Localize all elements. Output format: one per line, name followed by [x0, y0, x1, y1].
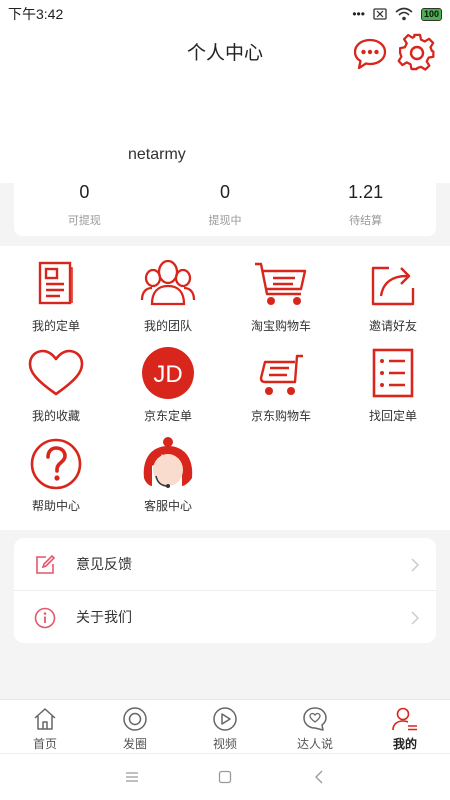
- help-icon: [30, 438, 82, 490]
- battery-icon: 100: [420, 7, 442, 21]
- document-icon: [38, 261, 73, 305]
- status-dots: •••: [352, 7, 365, 21]
- home-square-icon[interactable]: [218, 770, 232, 784]
- list-item-about-us[interactable]: 关于我们: [14, 590, 436, 642]
- grid-item-customer-service[interactable]: 客服中心: [112, 426, 224, 513]
- stat-value: 1.21: [348, 182, 384, 202]
- customer-service-icon: [143, 437, 193, 488]
- status-bar: 下午3:42 ••• 100: [0, 0, 450, 28]
- chat-heart-icon: [303, 707, 327, 731]
- tab-video[interactable]: 视频: [180, 700, 270, 753]
- grid-item-taobao-cart[interactable]: 淘宝购物车: [225, 246, 337, 333]
- tab-home[interactable]: 首页: [0, 700, 90, 753]
- circle-icon: [123, 707, 147, 731]
- list-label: 意见反馈: [76, 556, 132, 572]
- cart-icon: [255, 262, 307, 305]
- menu-icon[interactable]: [125, 770, 139, 784]
- team-icon: [140, 259, 196, 306]
- earnings-stats: 0 可提现 0 提现中 1.21 待结算: [14, 182, 436, 236]
- grid-label: 我的定单: [31, 319, 80, 333]
- tab-label: 视频: [212, 737, 237, 751]
- chevron-right-icon: [411, 558, 420, 572]
- stat-withdrawable[interactable]: 0 可提现: [14, 182, 155, 236]
- settings-gear-icon[interactable]: [397, 33, 437, 73]
- edit-icon: [36, 554, 56, 574]
- status-time: 下午3:42: [8, 6, 64, 22]
- share-icon: [371, 266, 415, 306]
- tab-label: 发圈: [122, 737, 147, 751]
- tab-label: 达人说: [296, 737, 333, 751]
- grid-label: 我的团队: [143, 319, 192, 333]
- jd-cart-icon: [259, 354, 303, 395]
- svg-text:JD: JD: [153, 361, 182, 388]
- grid-item-invite-friends[interactable]: 邀请好友: [337, 246, 449, 333]
- grid-label: 客服中心: [143, 499, 192, 513]
- stat-label: 提现中: [208, 215, 242, 227]
- grid-label: 邀请好友: [368, 319, 417, 333]
- tab-moments[interactable]: 发圈: [90, 700, 180, 753]
- list-label: 关于我们: [76, 608, 132, 625]
- grid-label: 我的收藏: [31, 409, 80, 423]
- tab-label: 首页: [32, 737, 57, 751]
- user-icon: [392, 707, 417, 731]
- grid-item-recover-orders[interactable]: 找回定单: [337, 336, 449, 423]
- grid-item-my-team[interactable]: 我的团队: [112, 246, 224, 333]
- back-icon[interactable]: [313, 770, 327, 784]
- settings-list: 意见反馈 关于我们: [14, 538, 436, 643]
- info-icon: [34, 607, 56, 629]
- stat-withdrawing[interactable]: 0 提现中: [155, 182, 296, 236]
- function-grid: 我的定单 我的团队 淘宝购物车 邀请好友 我的收藏 JD 京东定单 京东购物车 …: [0, 246, 450, 530]
- stat-pending[interactable]: 1.21 待结算: [295, 182, 436, 236]
- heart-icon: [28, 349, 84, 396]
- home-icon: [34, 708, 56, 730]
- tab-experts[interactable]: 达人说: [270, 700, 360, 753]
- stat-value: 0: [220, 182, 231, 202]
- list-item-feedback[interactable]: 意见反馈: [14, 538, 436, 590]
- grid-label: 淘宝购物车: [250, 319, 311, 333]
- grid-item-my-orders[interactable]: 我的定单: [0, 246, 112, 333]
- chevron-right-icon: [411, 611, 420, 625]
- tab-label: 我的: [392, 737, 417, 751]
- list-icon: [372, 348, 414, 398]
- stat-label: 待结算: [349, 215, 383, 227]
- grid-item-my-favorites[interactable]: 我的收藏: [0, 336, 112, 423]
- message-icon[interactable]: [352, 36, 388, 72]
- grid-item-help-center[interactable]: 帮助中心: [0, 426, 112, 513]
- username: netarmy: [128, 146, 186, 163]
- stat-value: 0: [79, 182, 90, 202]
- grid-label: 找回定单: [368, 409, 417, 423]
- wifi-icon: [395, 7, 413, 21]
- bottom-tab-bar: 首页 发圈 视频 达人说 我的: [0, 699, 450, 753]
- play-icon: [213, 707, 237, 731]
- tab-mine[interactable]: 我的: [360, 700, 450, 753]
- profile-header: 个人中心 netarmy: [0, 28, 450, 183]
- grid-label: 京东购物车: [250, 409, 311, 423]
- status-icons: ••• 100: [352, 7, 442, 21]
- system-nav-bar: [0, 753, 450, 800]
- grid-item-jd-orders[interactable]: JD 京东定单: [112, 336, 224, 423]
- stat-label: 可提现: [67, 215, 101, 227]
- jd-logo-icon: JD: [142, 347, 194, 399]
- grid-label: 京东定单: [143, 409, 192, 423]
- grid-item-jd-cart[interactable]: 京东购物车: [225, 336, 337, 423]
- sim-icon: [373, 8, 387, 20]
- grid-label: 帮助中心: [31, 499, 80, 513]
